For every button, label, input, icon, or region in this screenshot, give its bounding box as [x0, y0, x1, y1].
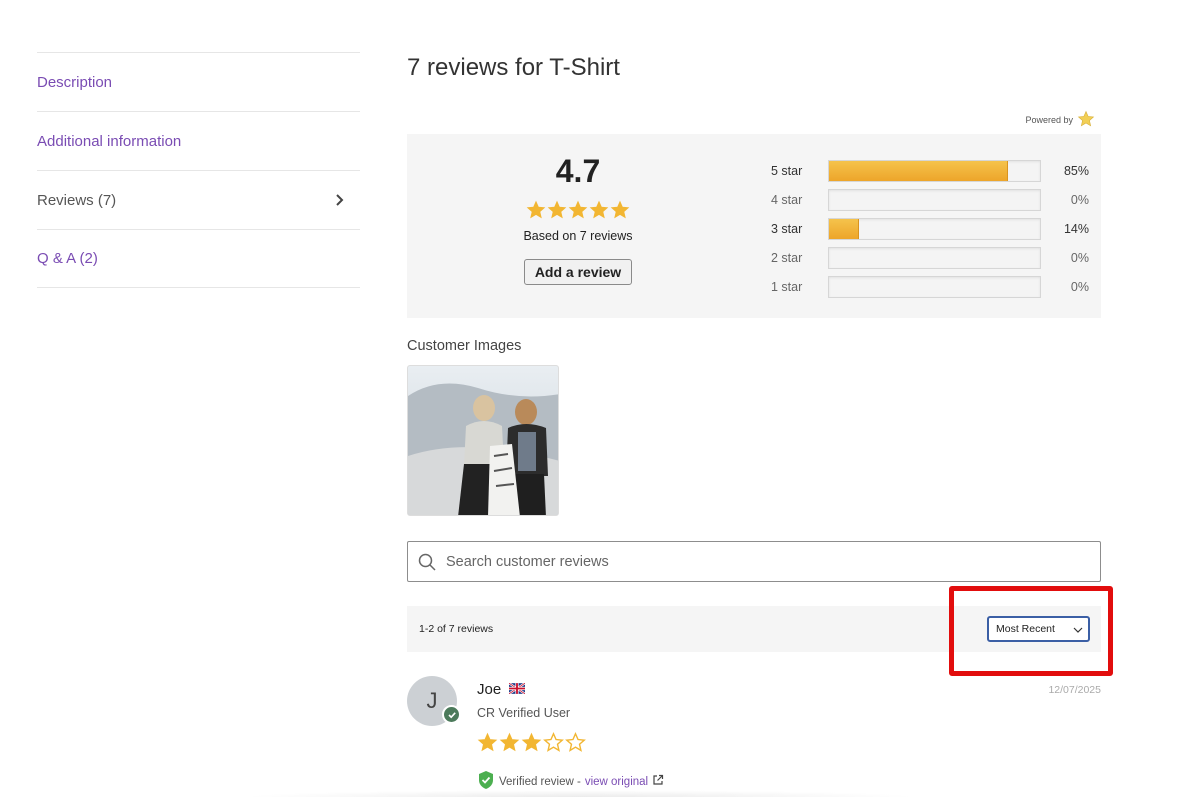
rating-bar-label: 4 star: [771, 192, 803, 207]
rating-bar-row[interactable]: 1 star 0%: [771, 272, 1091, 301]
customer-images-title: Customer Images: [407, 338, 522, 354]
rating-bar-row[interactable]: 5 star 85%: [771, 156, 1091, 185]
verified-check-icon: [442, 705, 461, 724]
search-icon: [418, 553, 436, 571]
reviewer-name: Joe: [477, 681, 502, 698]
bottom-shadow: [240, 790, 920, 797]
average-block: 4.7 Based on 7 reviews Add a review: [503, 154, 653, 285]
rating-bar-percent: 85%: [1063, 163, 1089, 178]
tab-reviews[interactable]: Reviews (7): [37, 170, 360, 229]
avatar-initial: J: [426, 688, 438, 713]
review-count-text: 1-2 of 7 reviews: [419, 623, 494, 635]
rating-bar-track: [828, 159, 1041, 182]
star-filled-icon: [499, 732, 520, 758]
star-filled-icon: [526, 200, 546, 225]
rating-bar-track: [828, 217, 1041, 240]
uk-flag-icon: [508, 681, 526, 698]
add-review-button[interactable]: Add a review: [523, 259, 633, 285]
powered-by-label: Powered by: [1025, 115, 1073, 125]
star-filled-icon: [568, 200, 588, 225]
star-filled-icon: [521, 732, 542, 758]
rating-bar-label: 3 star: [771, 221, 803, 236]
star-empty-icon: [543, 732, 564, 758]
tab-description-label: Description: [37, 73, 113, 91]
rating-bar-row[interactable]: 3 star 14%: [771, 214, 1091, 243]
rating-bar-row[interactable]: 2 star 0%: [771, 243, 1091, 272]
rating-bar-fill: [829, 160, 1009, 181]
tab-qa-label: Q & A (2): [37, 250, 98, 267]
review-date: 12/07/2025: [1048, 684, 1101, 696]
search-reviews-box[interactable]: [407, 541, 1101, 582]
product-tabs: Description Additional information Revie…: [37, 52, 360, 288]
based-on-text: Based on 7 reviews: [523, 229, 633, 243]
chevron-down-icon: [1073, 625, 1083, 637]
rating-bar-percent: 0%: [1070, 250, 1089, 265]
rating-bar-percent: 14%: [1063, 221, 1089, 236]
rating-bar-label: 1 star: [771, 279, 803, 294]
powered-by: Powered by: [1025, 110, 1095, 130]
star-empty-icon: [565, 732, 586, 758]
rating-bar-label: 2 star: [771, 250, 803, 265]
rating-bar-row[interactable]: 4 star 0%: [771, 185, 1091, 214]
star-filled-icon: [477, 732, 498, 758]
average-rating: 4.7: [555, 153, 601, 189]
chevron-right-icon: [332, 193, 346, 207]
tab-additional-information[interactable]: Additional information: [37, 111, 360, 170]
tab-additional-information-label: Additional information: [37, 132, 182, 150]
rating-bar-label: 5 star: [771, 163, 803, 178]
rating-bar-track: [828, 275, 1041, 298]
customer-image-thumbnail[interactable]: [407, 365, 559, 516]
rating-bar-track: [828, 188, 1041, 211]
rating-bar-fill: [829, 218, 859, 239]
rating-bar-percent: 0%: [1070, 279, 1089, 294]
reviewer-role: CR Verified User: [477, 706, 571, 720]
view-original-link[interactable]: view original: [585, 776, 648, 788]
sort-select[interactable]: Most Recent: [987, 616, 1090, 642]
star-filled-icon: [610, 200, 630, 225]
average-stars: [503, 200, 653, 225]
star-filled-icon: [547, 200, 567, 225]
review-stars: [477, 732, 586, 758]
brand-star-icon: [1077, 110, 1095, 130]
rating-bar-track: [828, 246, 1041, 269]
star-filled-icon: [589, 200, 609, 225]
tab-reviews-label: Reviews (7): [37, 191, 117, 209]
rating-distribution: 5 star 85% 4 star 0% 3 star 14% 2 star 0% 1 star…: [771, 156, 1091, 301]
tab-qa[interactable]: Q & A (2): [37, 229, 360, 288]
verified-review-text: Verified review -: [499, 775, 581, 788]
rating-bar-percent: 0%: [1070, 192, 1089, 207]
external-link-icon: [652, 774, 664, 789]
tab-description[interactable]: Description: [37, 52, 360, 111]
sort-select-value: Most Recent: [996, 623, 1055, 635]
reviewer-name-row: Joe: [477, 681, 526, 698]
rating-summary: 4.7 Based on 7 reviews Add a review 5 st…: [407, 134, 1101, 318]
search-reviews-input[interactable]: [446, 553, 1046, 570]
reviews-title: 7 reviews for T-Shirt: [407, 54, 620, 81]
